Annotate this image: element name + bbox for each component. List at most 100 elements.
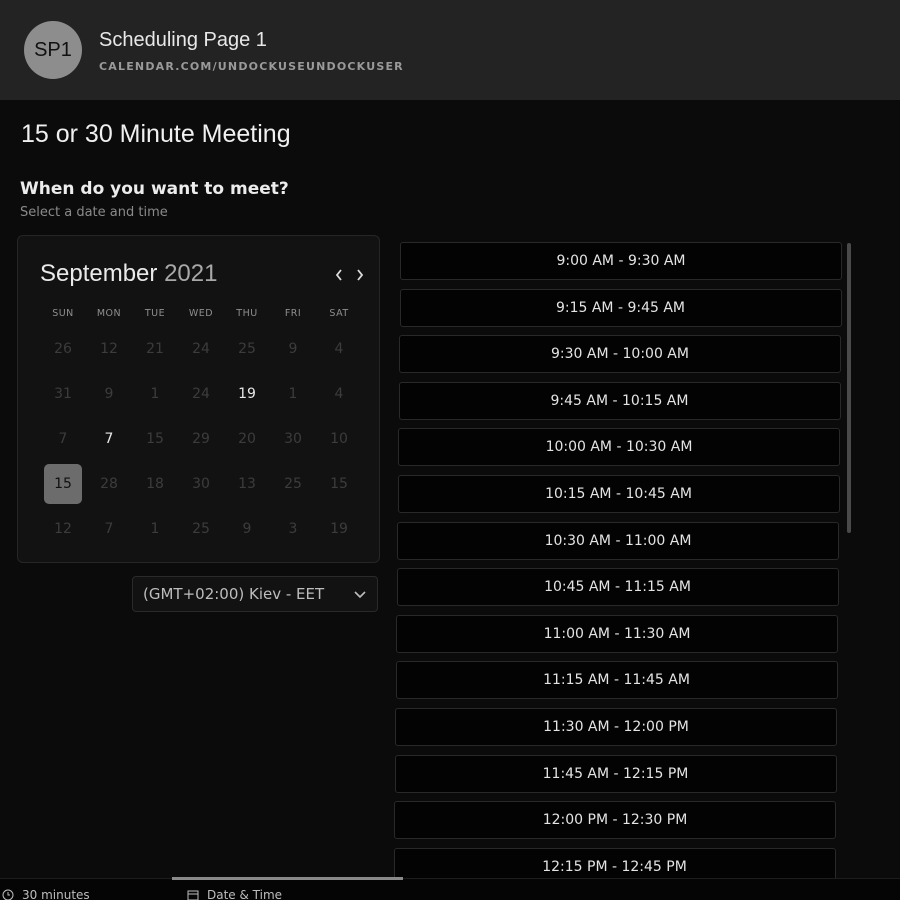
calendar-day-number: 15 xyxy=(146,430,164,447)
calendar-day: 7 xyxy=(40,416,86,461)
weekday-label: SUN xyxy=(52,308,74,319)
calendar-day-number: 12 xyxy=(54,520,72,537)
weekday-label: WED xyxy=(188,308,214,319)
calendar-icon xyxy=(187,890,199,900)
time-slot-button[interactable]: 11:00 AM - 11:30 AM xyxy=(396,614,838,653)
calendar-day: 30 xyxy=(178,461,224,506)
calendar-day-number: 30 xyxy=(284,430,302,447)
calendar-day-number: 29 xyxy=(192,430,210,447)
calendar-day: 15 xyxy=(316,461,362,506)
time-slot-button[interactable]: 10:30 AM - 11:00 AM xyxy=(397,521,839,560)
time-slot-scrollbar[interactable] xyxy=(847,243,851,533)
time-slot-button[interactable]: 10:45 AM - 11:15 AM xyxy=(396,568,839,607)
weekday-header: SUN MON TUE WED THU FRI SAT xyxy=(40,308,362,319)
calendar-day-number: 7 xyxy=(104,430,114,447)
time-slot-button[interactable]: 9:45 AM - 10:15 AM xyxy=(398,381,841,420)
calendar-day-number: 13 xyxy=(238,475,256,492)
calendar-day: 21 xyxy=(132,326,178,371)
date-time-label: Date & Time xyxy=(207,888,283,900)
calendar-day: 29 xyxy=(178,416,224,461)
calendar-day-number: 1 xyxy=(288,385,298,402)
clock-icon xyxy=(2,889,14,900)
calendar-day-number: 24 xyxy=(192,340,210,357)
calendar-day-number: 20 xyxy=(238,430,256,447)
calendar-day: 1 xyxy=(132,506,178,551)
calendar-day: 1 xyxy=(132,371,178,416)
calendar-day: 12 xyxy=(40,506,86,551)
calendar-day-number: 1 xyxy=(150,520,160,537)
calendar-day: 7 xyxy=(86,506,132,551)
calendar-day: 4 xyxy=(316,371,362,416)
calendar-day: 28 xyxy=(86,461,132,506)
calendar-day-number: 1 xyxy=(150,385,160,402)
previous-month-button[interactable] xyxy=(330,264,348,286)
header-text: Scheduling Page 1 CALENDAR.COM/UNDOCKUSE… xyxy=(99,29,404,73)
calendar-day-number: 7 xyxy=(104,520,114,537)
calendar-day-number: 30 xyxy=(192,475,210,492)
calendar-day-number: 15 xyxy=(330,475,348,492)
calendar-day[interactable]: 19 xyxy=(224,371,270,416)
calendar-day: 1 xyxy=(270,371,316,416)
footer-date-time: Date & Time xyxy=(187,888,282,900)
calendar-day: 18 xyxy=(132,461,178,506)
calendar-day-number: 18 xyxy=(146,475,164,492)
time-slot-button[interactable]: 11:30 AM - 12:00 PM xyxy=(395,708,837,746)
footer-duration: 30 minutes xyxy=(2,888,90,900)
avatar: SP1 xyxy=(24,21,82,79)
chevron-left-icon xyxy=(335,269,342,281)
calendar-day-number: 12 xyxy=(100,340,118,357)
time-slot-button[interactable]: 9:15 AM - 9:45 AM xyxy=(399,288,842,327)
calendar-day-number: 10 xyxy=(330,430,348,447)
scheduling-page-title: Scheduling Page 1 xyxy=(99,29,267,51)
calendar-month: September xyxy=(40,260,158,287)
time-slot-button[interactable]: 10:15 AM - 10:45 AM xyxy=(397,475,840,513)
calendar-day-number: 19 xyxy=(238,385,256,402)
step-progress-indicator xyxy=(172,877,403,880)
calendar-day: 9 xyxy=(270,326,316,371)
time-slot-button[interactable]: 10:00 AM - 10:30 AM xyxy=(398,428,840,467)
calendar-day-number: 9 xyxy=(288,340,298,357)
scheduling-page-url: CALENDAR.COM/UNDOCKUSEUNDOCKUSER xyxy=(99,60,404,73)
calendar-day: 15 xyxy=(132,416,178,461)
time-slot-list: 9:00 AM - 9:30 AM 9:15 AM - 9:45 AM 9:30 A… xyxy=(393,240,843,888)
calendar-day: 31 xyxy=(40,371,86,416)
calendar-day-number: 25 xyxy=(284,475,302,492)
calendar-day-number: 15 xyxy=(44,463,82,504)
footer-bar: 30 minutes Date & Time xyxy=(0,877,900,900)
calendar-day-number: 26 xyxy=(54,340,72,357)
calendar-day-number: 9 xyxy=(104,385,114,402)
calendar: September 2021 SUN MON TUE WED THU FRI SAT 26 1… xyxy=(17,235,380,563)
chevron-right-icon xyxy=(357,269,364,281)
calendar-day[interactable]: 7 xyxy=(86,416,132,461)
calendar-day-number: 4 xyxy=(334,385,344,402)
calendar-grid: 26 12 21 24 25 9 4 31 9 1 24 19 1 4 7 7 15 29 20 30 10 15 28 18… xyxy=(40,326,362,551)
calendar-month-label: September 2021 xyxy=(40,260,217,288)
time-slot-button[interactable]: 11:15 AM - 11:45 AM xyxy=(395,661,838,700)
timezone-select[interactable]: (GMT+02:00) Kiev - EET xyxy=(132,576,378,612)
calendar-day-number: 25 xyxy=(238,340,256,357)
calendar-day-selected[interactable]: 15 xyxy=(40,461,86,506)
time-slot-button[interactable]: 11:45 AM - 12:15 PM xyxy=(394,754,837,793)
calendar-day: 10 xyxy=(316,416,362,461)
calendar-day: 26 xyxy=(40,326,86,371)
calendar-day: 13 xyxy=(224,461,270,506)
calendar-day-number: 24 xyxy=(192,385,210,402)
next-month-button[interactable] xyxy=(351,264,369,286)
calendar-day: 25 xyxy=(270,461,316,506)
calendar-day: 12 xyxy=(86,326,132,371)
chevron-down-icon xyxy=(353,583,367,607)
meeting-title: 15 or 30 Minute Meeting xyxy=(21,120,291,148)
weekday-label: SAT xyxy=(329,308,349,319)
calendar-day-number: 9 xyxy=(242,520,252,537)
question-title: When do you want to meet? xyxy=(20,179,289,199)
duration-label: 30 minutes xyxy=(22,888,90,900)
time-slot-button[interactable]: 12:00 PM - 12:30 PM xyxy=(394,801,836,840)
time-slot-button[interactable]: 9:00 AM - 9:30 AM xyxy=(400,242,842,280)
calendar-day-number: 31 xyxy=(54,385,72,402)
calendar-day: 25 xyxy=(178,506,224,551)
page-header: SP1 Scheduling Page 1 CALENDAR.COM/UNDOC… xyxy=(0,0,900,100)
calendar-day-number: 7 xyxy=(58,430,68,447)
calendar-day: 4 xyxy=(316,326,362,371)
time-slot-button[interactable]: 9:30 AM - 10:00 AM xyxy=(399,335,841,374)
calendar-day-number: 25 xyxy=(192,520,210,537)
